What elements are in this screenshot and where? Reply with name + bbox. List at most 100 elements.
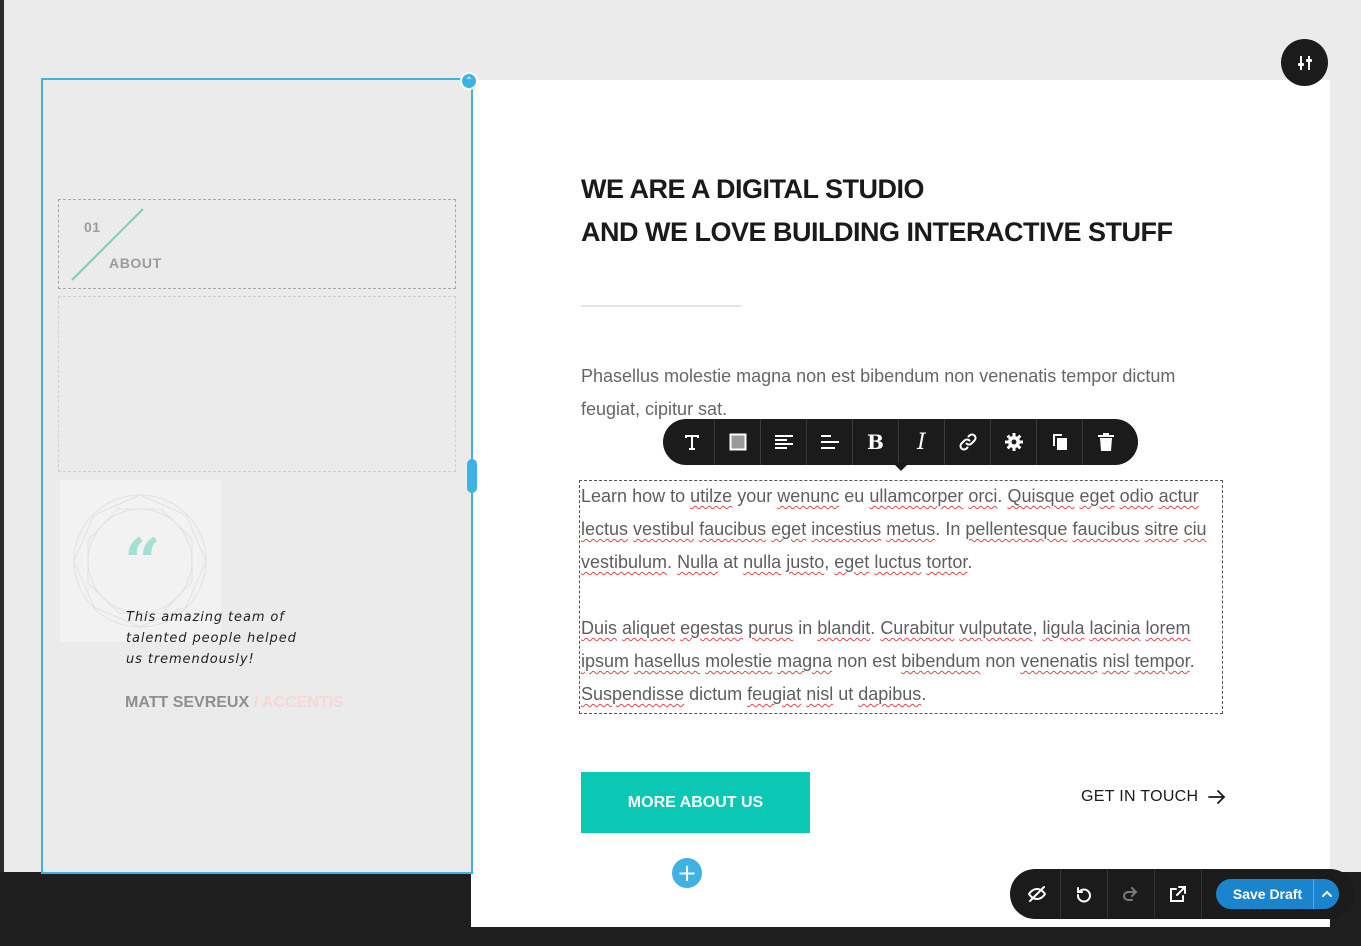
testimonial-author: MATT SEVREUX / ACCENTIS [125,694,344,712]
align-left-button[interactable] [761,419,807,465]
column-resize-handle[interactable] [467,459,477,493]
spellcheck-word: Quisque [1007,486,1075,506]
align-left-icon [774,435,793,449]
arrow-right-icon [1208,790,1226,804]
toolbar-pointer [893,463,909,471]
spellcheck-word: tempor [1134,651,1190,671]
chevron-up-icon [1321,890,1332,897]
editor-action-bar: Save Draft [1010,869,1355,919]
box-icon [729,433,746,451]
body-paragraph-2: Duis aliquet egestas purus in blandit. C… [581,618,1195,704]
more-about-us-button[interactable]: MORE ABOUT US [581,772,810,833]
spellcheck-word: venenatis [1020,651,1098,671]
about-text: ABOUT [109,255,162,271]
settings-button[interactable] [991,419,1037,465]
spellcheck-word: egestas [680,618,744,638]
spellcheck-word: ligula [1042,618,1085,638]
delete-button[interactable] [1083,419,1129,465]
spellcheck-word: sitre [1144,519,1179,539]
eye-off-icon [1027,886,1047,902]
spellcheck-word: odio [1119,486,1154,506]
selected-column[interactable] [41,78,473,874]
spellcheck-word: nisl [1102,651,1130,671]
spellcheck-word: faucibus [1072,519,1140,539]
box-style-button[interactable] [715,419,761,465]
align-indent-icon [820,435,839,449]
spellcheck-word: molestie [705,651,773,671]
spellcheck-word: eget [834,552,870,572]
spellcheck-word: Nulla [677,552,719,572]
heading-line-1: WE ARE A DIGITAL STUDIO [581,174,924,204]
text-format-toolbar: B I [663,419,1138,465]
bold-icon: B [867,430,884,454]
spellcheck-word: metus [886,519,936,539]
spellcheck-word: wenunc [777,486,840,506]
italic-icon: I [917,429,926,455]
column-collapse-handle[interactable]: ⌃ [460,72,478,90]
spellcheck-word: hasellus [634,651,701,671]
spellcheck-word: eget [771,519,807,539]
spellcheck-word: vestibulum [581,552,668,572]
heading-line-2: AND WE LOVE BUILDING INTERACTIVE STUFF [581,217,1173,247]
spellcheck-word: faucibus [699,519,767,539]
get-in-touch-link[interactable]: GET IN TOUCH [1081,788,1226,806]
body-text[interactable]: Learn how to utilze your wenunc eu ullam… [581,480,1221,711]
external-link-icon [1170,886,1186,902]
plus-icon: + [676,859,698,887]
get-in-touch-label: GET IN TOUCH [1081,788,1199,805]
spellcheck-word: vulputate [959,618,1033,638]
empty-block[interactable] [58,296,456,472]
chevron-up-icon: ⌃ [464,75,474,87]
spellcheck-word: luctus [874,552,922,572]
spellcheck-word: eget [1079,486,1115,506]
slash-decoration [71,208,144,281]
duplicate-button[interactable] [1037,419,1083,465]
spellcheck-word: Curabitur [880,618,955,638]
redo-button[interactable] [1108,869,1155,919]
page-settings-button[interactable] [1281,39,1328,86]
open-external-button[interactable] [1155,869,1202,919]
quote-line: talented people helped [126,631,297,646]
author-company: / ACCENTIS [253,694,344,711]
author-name: MATT SEVREUX [125,694,250,711]
undo-icon [1077,887,1091,903]
spellcheck-word: actur [1158,486,1199,506]
spellcheck-word: nisl [806,684,834,704]
undo-button[interactable] [1061,869,1108,919]
spellcheck-word: orci [968,486,998,506]
spellcheck-word: nulla [743,552,782,572]
spellcheck-word: justo [786,552,825,572]
divider [581,305,741,307]
save-draft-label: Save Draft [1232,886,1303,902]
save-draft-button[interactable]: Save Draft [1216,879,1339,909]
link-button[interactable] [945,419,991,465]
text-icon [684,435,699,450]
gear-icon [1004,433,1023,451]
toggle-preview-button[interactable] [1014,869,1061,919]
trash-icon [1098,433,1114,451]
intro-text[interactable]: Phasellus molestie magna non est bibendu… [581,360,1221,426]
spellcheck-word: vestibul [633,519,695,539]
spellcheck-word: Suspendisse [581,684,685,704]
bold-button[interactable]: B [853,419,899,465]
page-heading[interactable]: WE ARE A DIGITAL STUDIO AND WE LOVE BUIL… [581,168,1173,254]
indent-button[interactable] [807,419,853,465]
spellcheck-word: blandit [817,618,871,638]
spellcheck-word: lorem [1145,618,1191,638]
about-number: 01 [84,219,101,235]
link-icon [958,433,977,451]
sliders-icon [1297,55,1312,70]
spellcheck-word: ciu [1183,519,1207,539]
add-block-button[interactable]: + [672,858,702,888]
save-options-dropdown[interactable] [1313,879,1339,909]
quote-line: us tremendously! [126,652,255,667]
spellcheck-word: incestius [811,519,882,539]
spellcheck-word: Duis [581,618,618,638]
text-style-button[interactable] [669,419,715,465]
redo-icon [1123,887,1138,901]
italic-button[interactable]: I [899,419,945,465]
quote-line: This amazing team of [126,610,285,625]
spellcheck-word: tortor [926,552,968,572]
testimonial-quote: This amazing team of talented people hel… [126,607,316,670]
left-edge [0,0,4,872]
